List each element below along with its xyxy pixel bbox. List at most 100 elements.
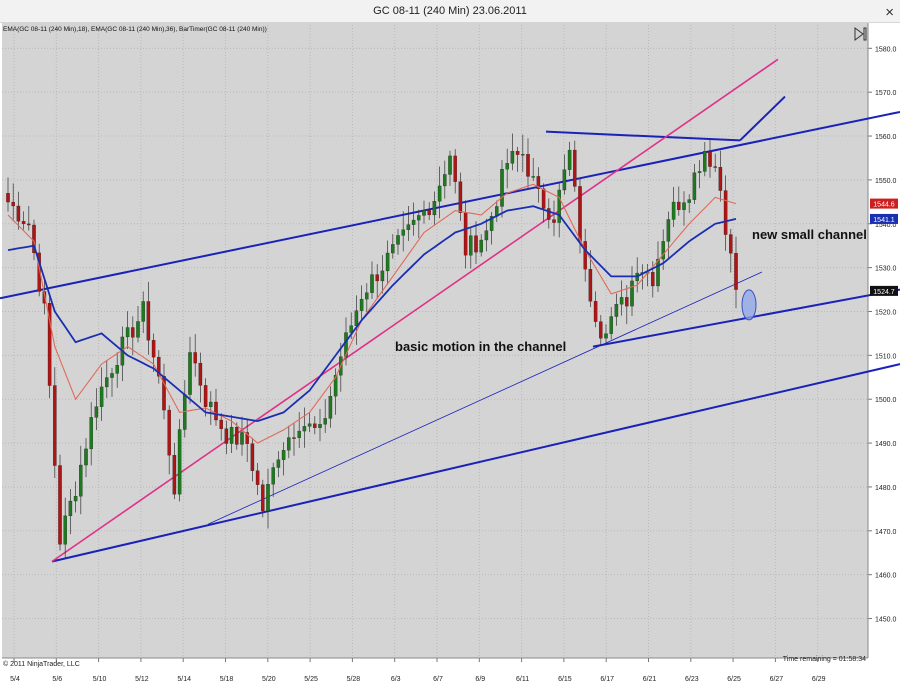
candle: [531, 176, 535, 178]
candle: [729, 234, 733, 254]
candle: [328, 396, 333, 419]
x-tick-label: 6/15: [558, 676, 572, 683]
candle: [500, 168, 504, 207]
candle: [671, 201, 676, 220]
candle: [276, 459, 281, 468]
candle: [365, 292, 369, 300]
candle: [261, 484, 265, 512]
candle: [16, 205, 21, 222]
y-tick-label: 1450.0: [875, 617, 897, 624]
indicator-header: EMA(GC 08-11 (240 Min),18), EMA(GC 08-11…: [3, 26, 267, 33]
candle: [697, 171, 702, 173]
candle: [297, 430, 301, 438]
candle: [526, 154, 530, 177]
candle: [583, 241, 587, 270]
y-tick-label: 1580.0: [875, 46, 897, 53]
candle: [401, 229, 405, 236]
candle: [27, 223, 31, 226]
candle: [136, 321, 140, 338]
candle: [391, 244, 395, 254]
candle: [385, 252, 390, 272]
candle: [432, 201, 437, 216]
candle: [219, 419, 223, 429]
candle: [146, 301, 151, 341]
copyright-text: © 2011 NinjaTrader, LLC: [3, 660, 80, 668]
x-tick-label: 5/4: [10, 676, 20, 683]
candle: [84, 448, 88, 466]
candle: [552, 219, 556, 223]
x-tick-label: 5/28: [347, 676, 361, 683]
candle: [105, 377, 109, 388]
candle: [281, 450, 286, 460]
candle: [359, 298, 364, 311]
x-tick-label: 6/11: [516, 676, 529, 683]
close-icon[interactable]: ×: [885, 2, 894, 24]
candle: [240, 432, 244, 445]
candle: [203, 385, 208, 407]
candle: [682, 202, 686, 210]
candle: [63, 515, 67, 545]
candle: [541, 188, 546, 209]
candle: [479, 239, 483, 253]
candle: [510, 151, 515, 164]
x-tick-label: 5/20: [262, 676, 276, 683]
y-tick-label: 1490.0: [875, 441, 897, 448]
candle: [599, 321, 603, 339]
candle: [578, 186, 582, 242]
candle: [115, 365, 119, 374]
highlight-ellipse: [741, 289, 757, 321]
candle: [417, 215, 421, 221]
candle: [151, 340, 156, 358]
candle: [167, 409, 171, 456]
candle: [94, 406, 99, 418]
candle: [11, 201, 15, 207]
candle: [448, 155, 452, 175]
candle: [562, 169, 567, 191]
price-tag-label: 1524.7: [873, 289, 895, 296]
candle: [625, 297, 629, 307]
candle: [406, 224, 411, 230]
x-tick-label: 5/14: [177, 676, 191, 683]
candle: [573, 149, 577, 187]
annotation-basic-motion: basic motion in the channel: [395, 339, 566, 354]
candle: [224, 428, 229, 444]
window-titlebar[interactable]: GC 08-11 (240 Min) 23.06.2011 ×: [0, 0, 900, 23]
candle: [307, 423, 312, 427]
candle: [255, 470, 260, 485]
candle: [505, 163, 509, 170]
candle: [141, 301, 145, 322]
candle: [125, 327, 130, 338]
candle: [214, 401, 218, 421]
candle: [58, 465, 62, 545]
candle: [718, 167, 723, 191]
candle: [370, 274, 374, 293]
x-tick-label: 6/9: [475, 676, 485, 683]
chart-area[interactable]: 1450.0 1460.0 1470.0 1480.0 1490.0 1500.0 1510…: [0, 0, 900, 700]
window-title: GC 08-11 (240 Min) 23.06.2011: [373, 5, 527, 17]
candle: [266, 484, 270, 512]
x-tick-label: 6/21: [643, 676, 657, 683]
candle: [427, 210, 431, 216]
candle: [354, 310, 359, 326]
candle: [458, 181, 463, 213]
candle: [172, 455, 177, 495]
candle: [443, 174, 447, 187]
candle: [396, 235, 400, 245]
candle: [250, 443, 255, 471]
candle: [89, 417, 93, 450]
price-tag-label: 1541.1: [873, 217, 895, 224]
y-tick-label: 1510.0: [875, 353, 897, 360]
candle: [53, 385, 57, 466]
annotation-new-small-channel: new small channel: [752, 227, 867, 242]
x-tick-label: 6/7: [433, 676, 443, 683]
candle: [177, 429, 182, 495]
y-tick-label: 1560.0: [875, 134, 897, 141]
candle: [593, 301, 598, 322]
x-tick-label: 5/10: [93, 676, 107, 683]
y-tick-label: 1460.0: [875, 573, 897, 580]
candle: [713, 166, 717, 168]
candle: [313, 423, 317, 428]
y-tick-label: 1530.0: [875, 266, 897, 273]
candle: [723, 190, 728, 235]
candle: [521, 154, 525, 156]
